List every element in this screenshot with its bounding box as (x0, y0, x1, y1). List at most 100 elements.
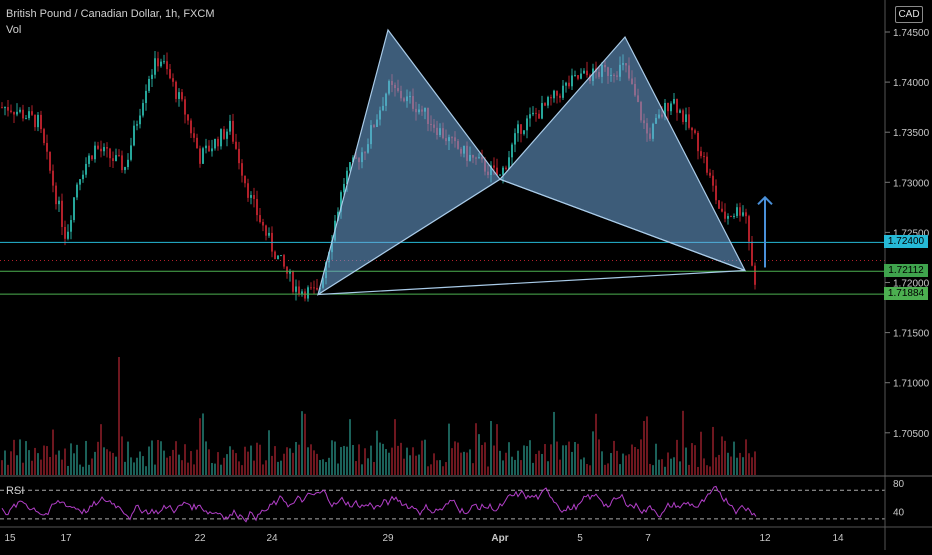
candle-body (697, 132, 699, 152)
volume-bar (382, 443, 384, 475)
candle-body (700, 151, 702, 157)
volume-bar (520, 460, 522, 475)
candle-body (262, 221, 264, 226)
candle-body (580, 73, 582, 79)
volume-bar (73, 453, 75, 475)
volume-bar (469, 449, 471, 475)
volume-bar (679, 461, 681, 475)
volume-bar (487, 466, 489, 475)
candle-body (673, 99, 675, 104)
volume-bar (748, 453, 750, 475)
candle-body (727, 216, 729, 219)
volume-bar (289, 448, 291, 475)
volume-bar (394, 419, 396, 475)
volume-bar (13, 439, 15, 475)
candle-body (235, 141, 237, 149)
candle-body (13, 111, 15, 115)
time-tick-label: 7 (645, 533, 651, 544)
volume-bar (754, 451, 756, 475)
volume-bar (406, 447, 408, 475)
volume-bar (334, 441, 336, 475)
volume-bar (28, 450, 30, 475)
volume-bar (427, 466, 429, 475)
volume-bar (52, 429, 54, 475)
volume-bar (559, 459, 561, 475)
rsi-tick-label: 80 (893, 479, 905, 490)
pattern-triangle-bcd (498, 35, 747, 272)
volume-bar (664, 466, 666, 475)
volume-bar (613, 440, 615, 475)
volume-bar (373, 461, 375, 475)
volume-bar (19, 439, 21, 475)
candle-body (676, 99, 678, 113)
volume-bar (385, 449, 387, 475)
volume-bar (454, 441, 456, 475)
candle-body (529, 114, 531, 119)
volume-bar (283, 453, 285, 475)
volume-bar (247, 451, 249, 475)
volume-bar (712, 426, 714, 475)
candle-body (232, 120, 234, 142)
price-tick-label: 1.70500 (893, 429, 930, 440)
volume-bar (112, 452, 114, 475)
volume-label: Vol (6, 24, 22, 36)
candle-body (733, 215, 735, 217)
price-tick-label: 1.73000 (893, 178, 930, 189)
candle-body (85, 163, 87, 175)
volume-bar (424, 439, 426, 475)
volume-bar (718, 454, 720, 475)
candle-body (49, 151, 51, 171)
volume-bar (694, 445, 696, 475)
candle-body (301, 291, 303, 294)
volume-bar (169, 456, 171, 475)
volume-bar (415, 455, 417, 475)
candle-body (100, 148, 102, 152)
candle-body (55, 185, 57, 205)
candle-body (547, 97, 549, 106)
candle-body (247, 183, 249, 198)
candle-body (553, 90, 555, 99)
currency-badge[interactable]: CAD (895, 6, 923, 23)
time-tick-label: 29 (382, 533, 394, 544)
volume-bar (745, 439, 747, 475)
pattern-xd-line (317, 269, 746, 296)
candle-body (160, 61, 162, 67)
candle-body (208, 145, 210, 152)
time-tick-label: Apr (491, 533, 508, 544)
volume-bar (379, 442, 381, 475)
candle-body (730, 216, 732, 218)
candle-body (205, 145, 207, 149)
candle-body (154, 58, 156, 75)
volume-bar (364, 448, 366, 475)
candle-body (40, 114, 42, 130)
volume-bar (190, 451, 192, 475)
volume-bar (535, 453, 537, 475)
volume-bar (343, 445, 345, 475)
candle-body (514, 133, 516, 145)
volume-bar (37, 453, 39, 475)
candle-body (505, 167, 507, 170)
candle-body (88, 155, 90, 164)
candle-body (136, 124, 138, 126)
volume-bar (553, 411, 555, 475)
volume-bar (742, 457, 744, 475)
volume-bar (550, 444, 552, 475)
price-tick-label: 1.71500 (893, 329, 930, 340)
volume-bar (667, 452, 669, 475)
candle-body (10, 110, 12, 112)
time-tick-label: 15 (4, 533, 16, 544)
candle-body (256, 198, 258, 216)
volume-bar (448, 423, 450, 475)
volume-bar (70, 443, 72, 475)
time-tick-label: 14 (832, 533, 844, 544)
candle-body (724, 211, 726, 219)
volume-bar (214, 463, 216, 475)
volume-bar (118, 357, 120, 475)
chart-canvas[interactable]: 8040 1.745001.740001.735001.730001.72500… (0, 0, 932, 550)
candle-body (565, 82, 567, 86)
volume-bar (472, 463, 474, 475)
volume-bar (376, 430, 378, 475)
candle-body (343, 183, 345, 193)
volume-bar (598, 439, 600, 475)
candle-body (112, 158, 114, 161)
